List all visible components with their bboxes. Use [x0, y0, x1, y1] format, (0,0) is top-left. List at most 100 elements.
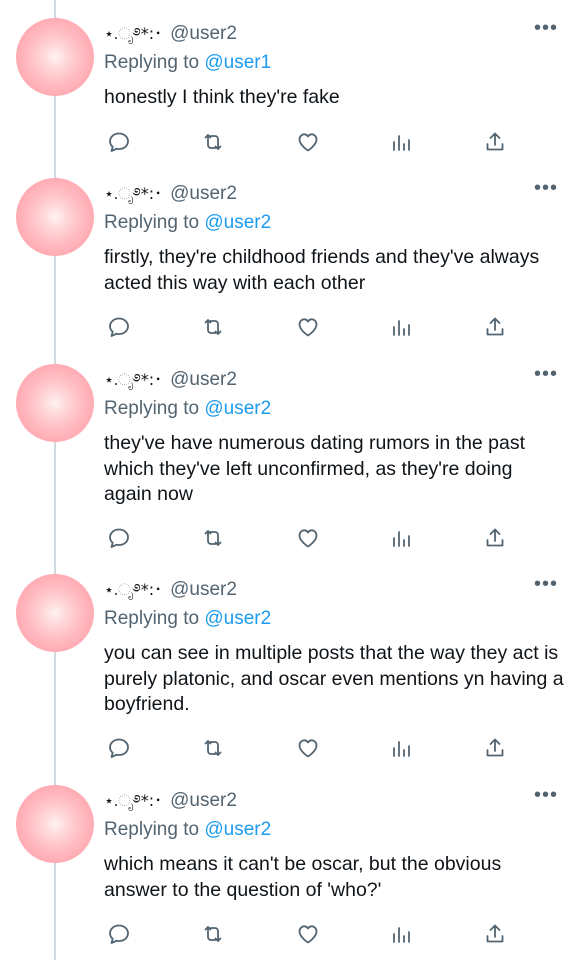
tweet-header: ⋆.ೃ࿔*:･ @user2	[104, 22, 237, 46]
share-button[interactable]	[480, 523, 510, 553]
tweet-thread: ⋆.ೃ࿔*:･ @user2 ••• Replying to @user1 hon…	[0, 0, 578, 960]
share-icon	[486, 317, 504, 336]
views-button[interactable]	[386, 312, 416, 342]
reply-mention-link[interactable]: @user2	[204, 398, 271, 419]
reply-mention-link[interactable]: @user2	[204, 608, 271, 629]
reply-icon	[109, 317, 129, 337]
user-handle[interactable]: @user2	[170, 790, 237, 811]
retweet-icon	[204, 740, 222, 756]
reply-icon	[109, 528, 129, 548]
views-button[interactable]	[386, 733, 416, 763]
display-name[interactable]: ⋆.ೃ࿔*:･	[104, 370, 162, 389]
replying-to: Replying to @user2	[104, 211, 271, 235]
tweet-actions	[104, 733, 504, 763]
avatar[interactable]	[16, 785, 94, 863]
retweet-button[interactable]	[198, 127, 228, 157]
user-handle[interactable]: @user2	[170, 369, 237, 390]
replying-to-label: Replying to	[104, 398, 200, 419]
reply-mention-link[interactable]: @user2	[204, 212, 271, 233]
reply-icon	[109, 132, 129, 152]
heart-icon	[298, 739, 318, 758]
replying-to: Replying to @user1	[104, 51, 271, 75]
like-button[interactable]	[293, 312, 323, 342]
tweet[interactable]: ⋆.ೃ࿔*:･ @user2 ••• Replying to @user2 the…	[0, 346, 578, 556]
reply-mention-link[interactable]: @user1	[204, 52, 271, 73]
like-button[interactable]	[293, 127, 323, 157]
avatar[interactable]	[16, 178, 94, 256]
replying-to: Replying to @user2	[104, 397, 271, 421]
reply-button[interactable]	[104, 733, 134, 763]
share-button[interactable]	[480, 127, 510, 157]
tweet-actions	[104, 919, 504, 949]
views-button[interactable]	[386, 919, 416, 949]
retweet-icon	[204, 530, 222, 546]
tweet[interactable]: ⋆.ೃ࿔*:･ @user2 ••• Replying to @user2 whi…	[0, 767, 578, 960]
like-button[interactable]	[293, 523, 323, 553]
tweet-text: honestly I think they're fake	[104, 86, 340, 108]
avatar[interactable]	[16, 364, 94, 442]
display-name[interactable]: ⋆.ೃ࿔*:･	[104, 184, 162, 203]
retweet-icon	[204, 926, 222, 942]
views-icon	[393, 135, 410, 151]
more-options-icon[interactable]: •••	[534, 364, 558, 384]
tweet-header: ⋆.ೃ࿔*:･ @user2	[104, 368, 237, 392]
tweet-text: they've have numerous dating rumors in t…	[104, 432, 526, 505]
retweet-icon	[204, 134, 222, 150]
tweet-actions	[104, 312, 504, 342]
reply-button[interactable]	[104, 523, 134, 553]
replying-to-label: Replying to	[104, 819, 200, 840]
tweet-header: ⋆.ೃ࿔*:･ @user2	[104, 578, 237, 602]
share-button[interactable]	[480, 312, 510, 342]
replying-to-label: Replying to	[104, 212, 200, 233]
more-options-icon[interactable]: •••	[534, 574, 558, 594]
reply-mention-link[interactable]: @user2	[204, 819, 271, 840]
retweet-button[interactable]	[198, 733, 228, 763]
like-button[interactable]	[293, 733, 323, 763]
user-handle[interactable]: @user2	[170, 183, 237, 204]
replying-to: Replying to @user2	[104, 607, 271, 631]
replying-to: Replying to @user2	[104, 818, 271, 842]
like-button[interactable]	[293, 919, 323, 949]
retweet-button[interactable]	[198, 523, 228, 553]
views-icon	[393, 741, 410, 757]
heart-icon	[298, 318, 318, 337]
display-name[interactable]: ⋆.ೃ࿔*:･	[104, 24, 162, 43]
retweet-button[interactable]	[198, 919, 228, 949]
replying-to-label: Replying to	[104, 52, 200, 73]
avatar[interactable]	[16, 574, 94, 652]
more-options-icon[interactable]: •••	[534, 785, 558, 805]
display-name[interactable]: ⋆.ೃ࿔*:･	[104, 580, 162, 599]
reply-icon	[109, 924, 129, 944]
more-options-icon[interactable]: •••	[534, 18, 558, 38]
reply-button[interactable]	[104, 312, 134, 342]
share-icon	[486, 528, 504, 547]
tweet-actions	[104, 523, 504, 553]
tweet[interactable]: ⋆.ೃ࿔*:･ @user2 ••• Replying to @user1 hon…	[0, 0, 578, 180]
views-button[interactable]	[386, 127, 416, 157]
user-handle[interactable]: @user2	[170, 23, 237, 44]
reply-button[interactable]	[104, 127, 134, 157]
avatar[interactable]	[16, 18, 94, 96]
share-button[interactable]	[480, 919, 510, 949]
tweet-text: which means it can't be oscar, but the o…	[104, 853, 502, 901]
tweet-text: firstly, they're childhood friends and t…	[104, 246, 540, 294]
heart-icon	[298, 925, 318, 944]
share-icon	[486, 738, 504, 757]
tweet-header: ⋆.ೃ࿔*:･ @user2	[104, 182, 237, 206]
share-button[interactable]	[480, 733, 510, 763]
retweet-button[interactable]	[198, 312, 228, 342]
reply-button[interactable]	[104, 919, 134, 949]
replying-to-label: Replying to	[104, 608, 200, 629]
user-handle[interactable]: @user2	[170, 579, 237, 600]
tweet-header: ⋆.ೃ࿔*:･ @user2	[104, 789, 237, 813]
views-icon	[393, 927, 410, 943]
views-button[interactable]	[386, 523, 416, 553]
display-name[interactable]: ⋆.ೃ࿔*:･	[104, 791, 162, 810]
tweet[interactable]: ⋆.ೃ࿔*:･ @user2 ••• Replying to @user2 you…	[0, 556, 578, 767]
share-icon	[486, 132, 504, 151]
heart-icon	[298, 529, 318, 548]
views-icon	[393, 320, 410, 336]
tweet[interactable]: ⋆.ೃ࿔*:･ @user2 ••• Replying to @user2 fir…	[0, 160, 578, 346]
share-icon	[486, 924, 504, 943]
more-options-icon[interactable]: •••	[534, 178, 558, 198]
